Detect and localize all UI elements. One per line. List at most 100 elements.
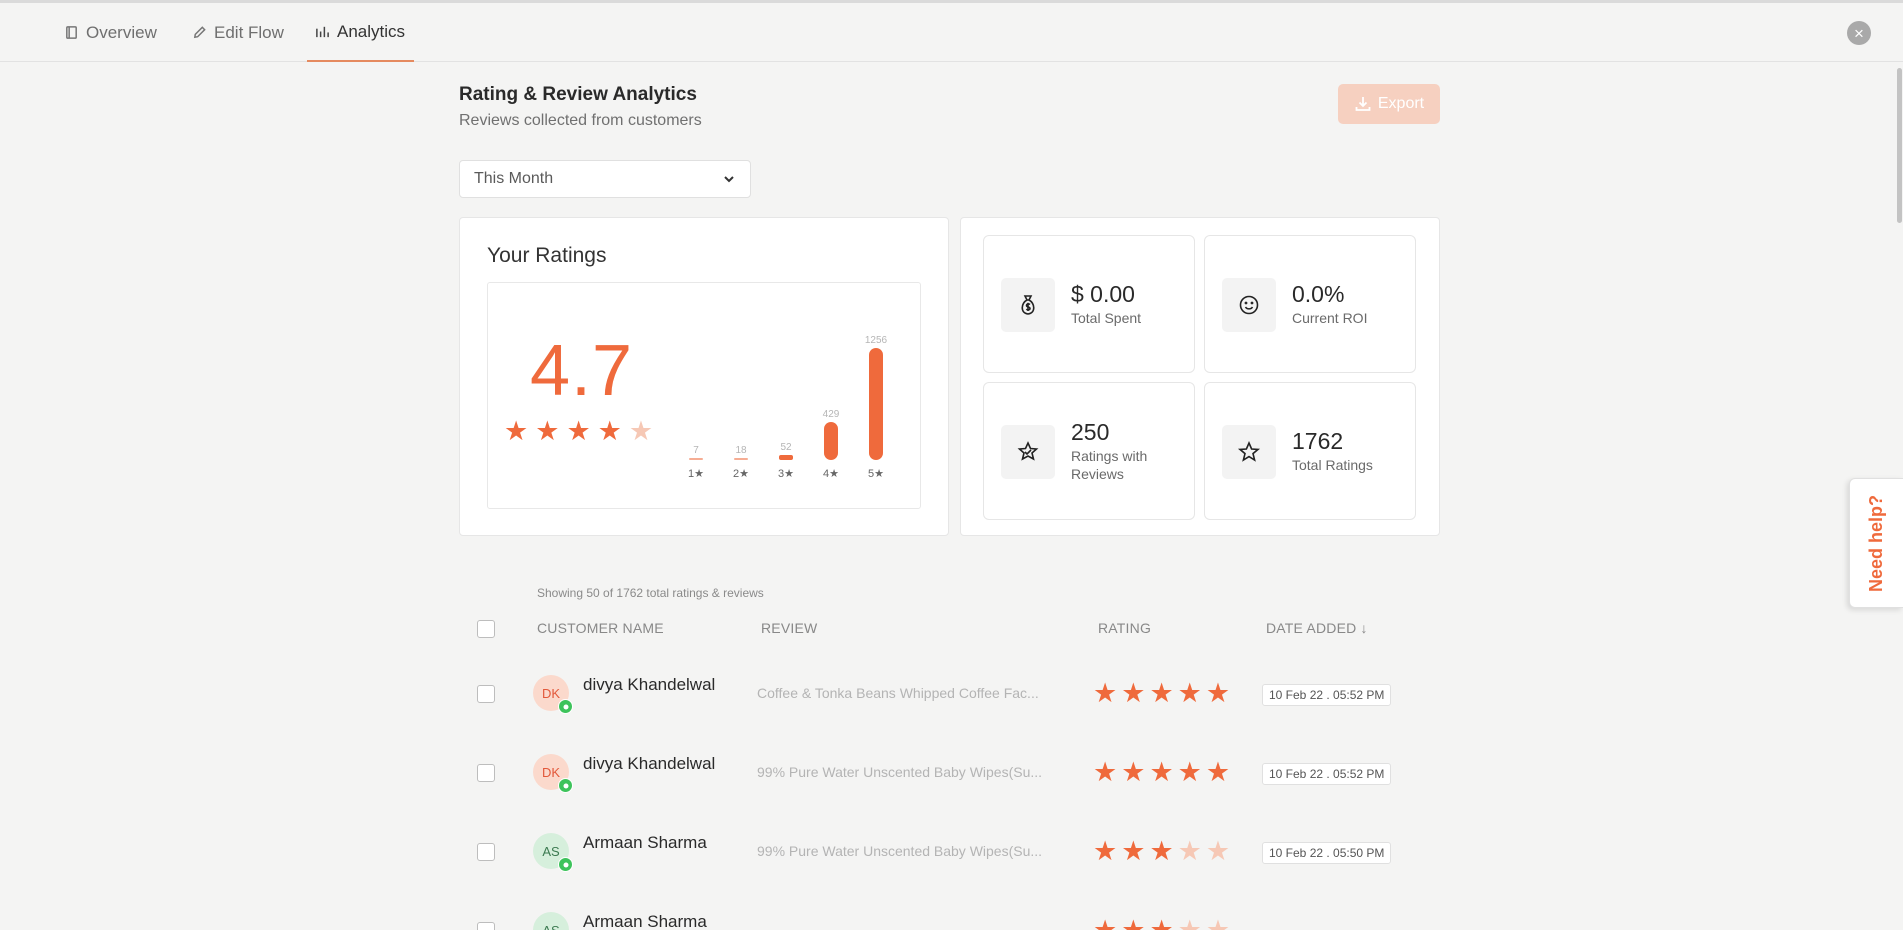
bar-label: 4★	[823, 468, 839, 480]
bar-label: 2★	[733, 468, 749, 480]
scrollbar-thumb[interactable]	[1897, 68, 1902, 223]
star-badge-icon	[1017, 441, 1039, 461]
bar-count: 18	[735, 445, 747, 456]
rating-distribution-chart: 7 1★ 18 2★ 52 3★ 429 4★ 1256 5★	[488, 283, 920, 508]
table-row[interactable]: AS Armaan Sharma ★ ★ ★ ★ ★	[459, 893, 1439, 930]
rating-bar-2: 18 2★	[726, 283, 756, 508]
row-checkbox[interactable]	[477, 843, 495, 861]
star-icon: ★	[1205, 915, 1231, 930]
rating-stars: ★ ★ ★ ★ ★	[1093, 838, 1230, 865]
rating-bar-3: 52 3★	[771, 283, 801, 508]
bar-chart-icon	[316, 26, 329, 38]
column-customer-name[interactable]: CUSTOMER NAME	[537, 620, 664, 636]
table-row[interactable]: DK divya Khandelwal 99% Pure Water Unscent…	[459, 735, 1439, 813]
stat-current-roi: 0.0% Current ROI	[1204, 235, 1416, 373]
download-icon	[1355, 97, 1371, 111]
ratings-title: Your Ratings	[487, 244, 607, 267]
stat-value: $ 0.00	[1071, 281, 1135, 308]
review-text[interactable]: Coffee & Tonka Beans Whipped Coffee Fac.…	[757, 685, 1047, 701]
star-icon: ★	[1093, 836, 1118, 866]
rating-bar-1: 7 1★	[681, 283, 711, 508]
column-date-added[interactable]: DATE ADDED ↓	[1266, 620, 1368, 636]
review-text[interactable]: 99% Pure Water Unscented Baby Wipes(Su..…	[757, 764, 1047, 780]
tab-edit-flow-label: Edit Flow	[214, 22, 284, 42]
star-icon: ★	[1177, 836, 1202, 866]
tab-overview[interactable]: Overview	[64, 3, 157, 62]
rating-bar-4: 429 4★	[816, 283, 846, 508]
date-range-select[interactable]: This Month	[459, 160, 751, 198]
pencil-icon	[193, 26, 206, 39]
row-checkbox[interactable]	[477, 764, 495, 782]
stat-total-ratings: 1762 Total Ratings	[1204, 382, 1416, 520]
star-icon: ★	[1149, 836, 1174, 866]
customer-name[interactable]: divya Khandelwal	[583, 754, 715, 774]
stat-total-spent: $ 0.00 Total Spent	[983, 235, 1195, 373]
date-added: 10 Feb 22 . 05:52 PM	[1262, 684, 1392, 706]
bar-count: 7	[693, 445, 699, 456]
ratings-card: Your Ratings 4.7 ★ ★ ★ ★ ★ 7 1★ 18 2★ 52 3★ 429 4★ 1…	[459, 217, 949, 536]
column-rating[interactable]: RATING	[1098, 620, 1151, 636]
date-range-value: This Month	[474, 170, 554, 187]
stat-label: Total Spent	[1071, 309, 1142, 326]
review-text[interactable]: 99% Pure Water Unscented Baby Wipes(Su..…	[757, 843, 1047, 859]
customer-name[interactable]: Armaan Sharma	[583, 912, 707, 930]
star-icon: ★	[1121, 915, 1146, 930]
close-button[interactable]: ×	[1847, 21, 1871, 45]
whatsapp-icon	[558, 778, 573, 793]
star-icon: ★	[1205, 836, 1231, 866]
chevron-down-icon	[724, 176, 734, 183]
row-checkbox[interactable]	[477, 685, 495, 703]
bar-count: 1256	[864, 335, 888, 346]
tab-edit-flow[interactable]: Edit Flow	[192, 3, 284, 62]
whatsapp-icon	[558, 699, 573, 714]
row-checkbox[interactable]	[477, 922, 495, 930]
stat-label: Ratings with Reviews	[1071, 447, 1148, 482]
page-subtitle: Reviews collected from customers	[459, 112, 702, 129]
date-added: 10 Feb 22 . 05:52 PM	[1262, 763, 1392, 785]
avatar: AS	[533, 912, 569, 930]
whatsapp-icon	[558, 857, 573, 872]
tab-analytics-label: Analytics	[337, 21, 406, 41]
star-icon: ★	[1093, 678, 1118, 708]
need-help-button[interactable]: Need help?	[1849, 478, 1903, 608]
star-icon: ★	[1149, 678, 1174, 708]
star-icon: ★	[1205, 678, 1231, 708]
bar-count: 52	[780, 442, 792, 453]
page-title: Rating & Review Analytics	[459, 84, 697, 105]
book-icon	[66, 26, 77, 39]
date-added: 10 Feb 22 . 05:50 PM	[1262, 842, 1392, 864]
bar-fill	[869, 348, 883, 460]
stat-value: 1762	[1292, 428, 1344, 455]
star-icon: ★	[1121, 836, 1146, 866]
column-review[interactable]: REVIEW	[761, 620, 817, 636]
bar-fill	[779, 455, 793, 460]
export-button[interactable]: Export	[1338, 84, 1440, 124]
tab-analytics[interactable]: Analytics	[307, 3, 414, 62]
close-icon: ×	[1854, 23, 1864, 43]
table-row[interactable]: AS Armaan Sharma 99% Pure Water Unscented …	[459, 814, 1439, 892]
customer-name[interactable]: Armaan Sharma	[583, 833, 707, 853]
rating-bar-5: 1256 5★	[861, 283, 891, 508]
star-icon: ★	[1177, 915, 1202, 930]
stat-value: 250	[1071, 419, 1110, 446]
money-bag-icon	[1021, 295, 1035, 315]
stat-ratings-with-reviews: 250 Ratings with Reviews	[983, 382, 1195, 520]
stat-label: Current ROI	[1292, 309, 1368, 326]
star-icon: ★	[1121, 678, 1146, 708]
star-icon: ★	[1177, 757, 1202, 787]
star-icon: ★	[1093, 757, 1118, 787]
select-all-checkbox[interactable]	[477, 620, 495, 638]
top-tab-bar: Overview Edit Flow Analytics ×	[0, 0, 1903, 62]
star-icon: ★	[1149, 915, 1174, 930]
smiley-icon	[1239, 295, 1259, 315]
bar-label: 5★	[868, 468, 884, 480]
star-icon: ★	[1121, 757, 1146, 787]
bar-fill	[734, 458, 748, 460]
customer-name[interactable]: divya Khandelwal	[583, 675, 715, 695]
star-icon: ★	[1149, 757, 1174, 787]
rating-stars: ★ ★ ★ ★ ★	[1093, 759, 1230, 786]
star-icon: ★	[1205, 757, 1231, 787]
need-help-label: Need help?	[1866, 494, 1887, 592]
table-row[interactable]: DK divya Khandelwal Coffee & Tonka Beans W…	[459, 656, 1439, 734]
bar-label: 1★	[688, 468, 704, 480]
